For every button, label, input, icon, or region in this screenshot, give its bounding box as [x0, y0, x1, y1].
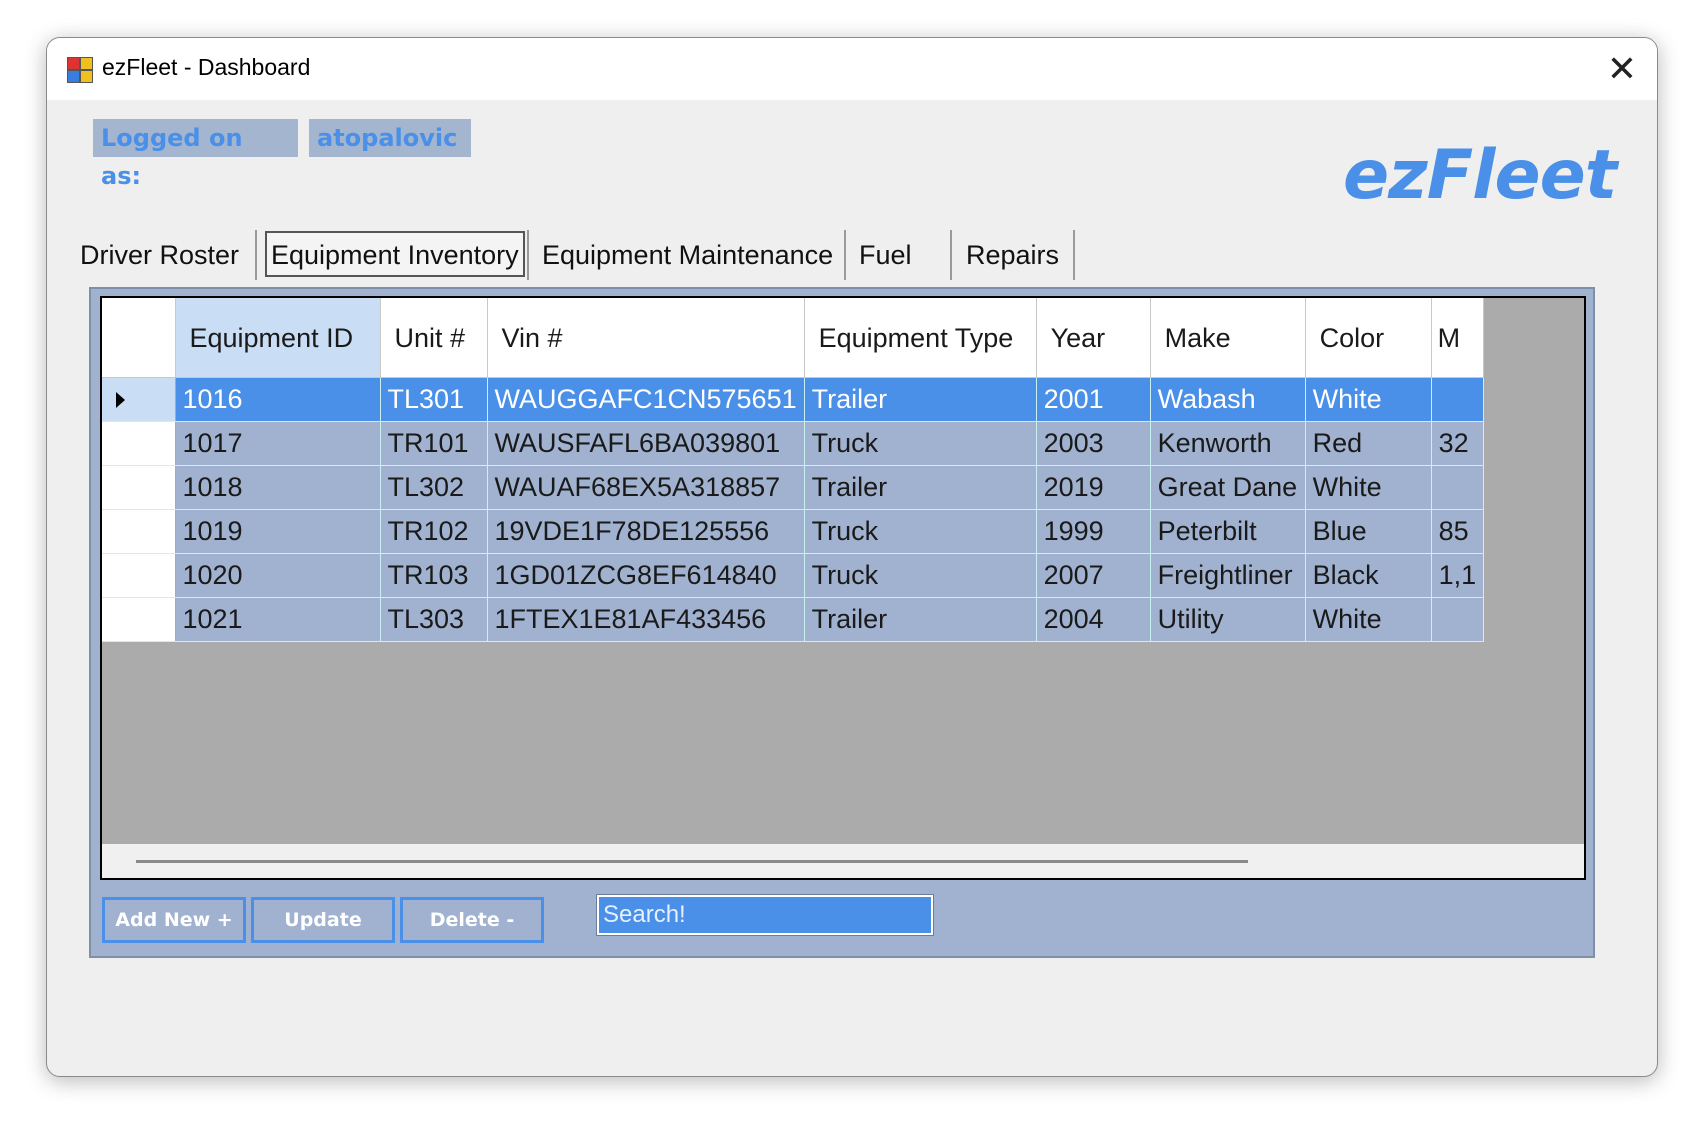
column-header-vin[interactable]: Vin # [487, 298, 805, 378]
tab-equipment-inventory[interactable]: Equipment Inventory [265, 231, 525, 277]
cell-unit[interactable]: TR102 [380, 509, 488, 554]
cell-make[interactable]: Peterbilt [1150, 509, 1306, 554]
cell-equipment-id[interactable]: 1016 [175, 377, 381, 422]
column-header-make[interactable]: Make [1150, 298, 1306, 378]
cell-color[interactable]: White [1305, 597, 1432, 642]
cell-equipment-id[interactable]: 1019 [175, 509, 381, 554]
tab-fuel[interactable]: Fuel [859, 231, 912, 279]
tab-driver-roster[interactable]: Driver Roster [80, 231, 239, 279]
cell-vin[interactable]: WAUGGAFC1CN575651 [487, 377, 805, 422]
cell-equipment-type[interactable]: Truck [804, 553, 1037, 598]
table-row[interactable]: 1018 TL302 WAUAF68EX5A318857 Trailer 2019 Gre… [102, 465, 1485, 510]
tab-divider [844, 230, 846, 280]
header-row: Equipment ID Unit # Vin # Equipment Type… [102, 298, 1485, 378]
column-header-year[interactable]: Year [1036, 298, 1151, 378]
username-label: atopalovic [309, 119, 471, 157]
cell-unit[interactable]: TR103 [380, 553, 488, 598]
cell-make[interactable]: Kenworth [1150, 421, 1306, 466]
cell-partial[interactable]: 32 [1431, 421, 1485, 466]
cell-unit[interactable]: TR101 [380, 421, 488, 466]
cell-equipment-type[interactable]: Trailer [804, 377, 1037, 422]
cell-partial[interactable] [1431, 597, 1485, 642]
cell-equipment-id[interactable]: 1018 [175, 465, 381, 510]
column-header-unit[interactable]: Unit # [380, 298, 488, 378]
tab-divider [527, 230, 529, 280]
tab-divider [950, 230, 952, 280]
cell-equipment-type[interactable]: Trailer [804, 597, 1037, 642]
current-row-arrow-icon [116, 391, 125, 408]
row-header[interactable] [102, 465, 176, 510]
tab-divider [255, 230, 257, 280]
tab-equipment-maintenance[interactable]: Equipment Maintenance [542, 231, 833, 279]
cell-unit[interactable]: TL301 [380, 377, 488, 422]
cell-equipment-type[interactable]: Truck [804, 421, 1037, 466]
cell-year[interactable]: 2019 [1036, 465, 1151, 510]
logged-on-label: Logged on as: [93, 119, 298, 190]
cell-year[interactable]: 2001 [1036, 377, 1151, 422]
cell-color[interactable]: Red [1305, 421, 1432, 466]
cell-year[interactable]: 1999 [1036, 509, 1151, 554]
table-row[interactable]: 1020 TR103 1GD01ZCG8EF614840 Truck 2007 Freig… [102, 553, 1485, 598]
table-row[interactable]: 1016 TL301 WAUGGAFC1CN575651 Trailer 2001 Wab… [102, 377, 1485, 422]
scrollbar-thumb[interactable] [136, 860, 1248, 863]
app-window: ezFleet - Dashboard ✕ Logged on as: atop… [46, 37, 1658, 1077]
close-icon[interactable]: ✕ [1587, 38, 1657, 100]
title-bar: ezFleet - Dashboard ✕ [47, 38, 1657, 100]
cell-year[interactable]: 2007 [1036, 553, 1151, 598]
cell-unit[interactable]: TL302 [380, 465, 488, 510]
equipment-grid[interactable]: Equipment ID Unit # Vin # Equipment Type… [100, 296, 1586, 880]
table-row[interactable]: 1017 TR101 WAUSFAFL6BA039801 Truck 2003 Kenwo… [102, 421, 1485, 466]
cell-equipment-id[interactable]: 1020 [175, 553, 381, 598]
table-row[interactable]: 1021 TL303 1FTEX1E81AF433456 Trailer 2004 Uti… [102, 597, 1485, 642]
row-header[interactable] [102, 509, 176, 554]
row-header[interactable] [102, 421, 176, 466]
cell-vin[interactable]: WAUSFAFL6BA039801 [487, 421, 805, 466]
column-header-partial[interactable]: M [1431, 298, 1485, 378]
row-header-corner [102, 298, 176, 378]
column-header-equipment-type[interactable]: Equipment Type [804, 298, 1037, 378]
cell-color[interactable]: White [1305, 465, 1432, 510]
cell-partial[interactable] [1431, 377, 1485, 422]
equipment-panel: Equipment ID Unit # Vin # Equipment Type… [89, 287, 1595, 958]
add-new-button[interactable]: Add New + [102, 897, 246, 943]
cell-partial[interactable]: 85 [1431, 509, 1485, 554]
cell-year[interactable]: 2004 [1036, 597, 1151, 642]
row-header[interactable] [102, 377, 176, 422]
horizontal-scrollbar[interactable] [102, 844, 1584, 878]
equipment-table: Equipment ID Unit # Vin # Equipment Type… [102, 298, 1485, 642]
cell-unit[interactable]: TL303 [380, 597, 488, 642]
cell-vin[interactable]: WAUAF68EX5A318857 [487, 465, 805, 510]
app-icon [67, 57, 93, 83]
table-row[interactable]: 1019 TR102 19VDE1F78DE125556 Truck 1999 Peter… [102, 509, 1485, 554]
update-button[interactable]: Update [251, 897, 395, 943]
ezfleet-logo: ezFleet [1343, 136, 1617, 215]
cell-vin[interactable]: 19VDE1F78DE125556 [487, 509, 805, 554]
cell-make[interactable]: Utility [1150, 597, 1306, 642]
cell-make[interactable]: Wabash [1150, 377, 1306, 422]
search-input[interactable] [596, 894, 934, 936]
cell-color[interactable]: White [1305, 377, 1432, 422]
cell-equipment-type[interactable]: Trailer [804, 465, 1037, 510]
cell-partial[interactable]: 1,1 [1431, 553, 1485, 598]
cell-make[interactable]: Freightliner [1150, 553, 1306, 598]
window-title: ezFleet - Dashboard [102, 54, 311, 80]
cell-year[interactable]: 2003 [1036, 421, 1151, 466]
tab-divider [1073, 230, 1075, 280]
cell-color[interactable]: Blue [1305, 509, 1432, 554]
column-header-color[interactable]: Color [1305, 298, 1432, 378]
cell-vin[interactable]: 1GD01ZCG8EF614840 [487, 553, 805, 598]
cell-equipment-id[interactable]: 1021 [175, 597, 381, 642]
column-header-equipment-id[interactable]: Equipment ID [175, 298, 381, 378]
cell-color[interactable]: Black [1305, 553, 1432, 598]
cell-partial[interactable] [1431, 465, 1485, 510]
cell-equipment-type[interactable]: Truck [804, 509, 1037, 554]
delete-button[interactable]: Delete - [400, 897, 544, 943]
cell-vin[interactable]: 1FTEX1E81AF433456 [487, 597, 805, 642]
tab-repairs[interactable]: Repairs [966, 231, 1059, 279]
row-header[interactable] [102, 597, 176, 642]
cell-make[interactable]: Great Dane [1150, 465, 1306, 510]
row-header[interactable] [102, 553, 176, 598]
cell-equipment-id[interactable]: 1017 [175, 421, 381, 466]
